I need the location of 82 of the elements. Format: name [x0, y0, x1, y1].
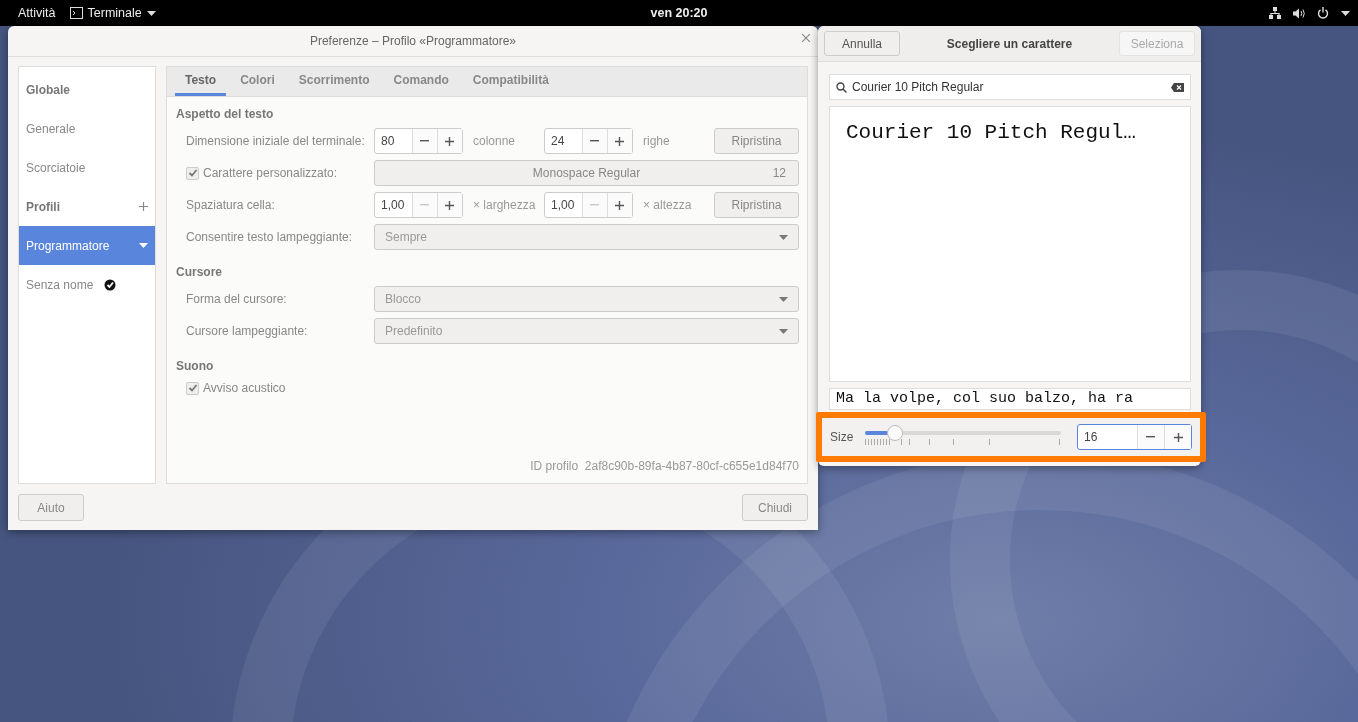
unit-label: × altezza — [642, 198, 693, 212]
field-label: Consentire testo lampeggiante: — [185, 230, 354, 244]
terminal-icon — [69, 7, 83, 19]
caret-icon — [779, 234, 788, 240]
section-heading: Cursore — [176, 264, 223, 281]
unit-label: × larghezza — [472, 198, 537, 212]
spin-button[interactable]: 80 — [374, 128, 463, 154]
reset-button[interactable]: Ripristina — [714, 128, 799, 154]
caret-icon — [139, 243, 148, 248]
spin-button[interactable]: 1,00 — [374, 192, 463, 218]
sidebar-header: Globale — [25, 81, 71, 99]
window-title: Preferenze – Profilo «Programmatore» — [309, 34, 517, 48]
field-label: Dimensione iniziale del terminale: — [185, 134, 366, 148]
search-icon — [836, 81, 847, 93]
section-heading: Suono — [176, 358, 215, 375]
volume-icon[interactable] — [1293, 7, 1305, 19]
dropdown[interactable]: Predefinito — [374, 318, 799, 344]
field-label: Cursore lampeggiante: — [185, 324, 309, 338]
minus-icon — [590, 204, 600, 206]
checkbox[interactable] — [186, 166, 199, 180]
checkbox[interactable] — [186, 381, 199, 395]
plus-icon — [445, 200, 455, 210]
network-icon[interactable] — [1269, 7, 1281, 19]
activities-button[interactable]: Attività — [18, 6, 56, 20]
sidebar-item[interactable]: Scorciatoie — [19, 148, 155, 187]
plus-icon — [615, 200, 625, 210]
increment-button[interactable] — [436, 193, 462, 217]
minus-icon — [590, 140, 600, 142]
clear-icon[interactable] — [1171, 82, 1184, 92]
checkbox-label: Carattere personalizzato: — [203, 166, 338, 180]
help-button[interactable]: Aiuto — [18, 494, 84, 521]
size-label: Size — [830, 430, 854, 444]
unit-label: colonne — [472, 134, 517, 148]
caret-icon — [779, 328, 788, 334]
minus-icon — [1146, 436, 1156, 438]
checkbox-label: Avviso acustico — [203, 381, 286, 395]
caret-icon — [146, 10, 156, 16]
plus-icon — [615, 136, 625, 146]
tab[interactable]: Colori — [230, 67, 285, 96]
section-heading: Aspetto del testo — [176, 106, 275, 123]
app-menu[interactable]: Terminale — [69, 6, 156, 20]
spin-button[interactable]: 24 — [544, 128, 633, 154]
close-icon[interactable] — [802, 34, 810, 42]
dialog-title: Scegliere un carattere — [946, 36, 1073, 51]
power-icon[interactable] — [1317, 7, 1329, 19]
profile-item[interactable]: Programmatore — [19, 226, 155, 265]
tab[interactable]: Testo — [175, 67, 227, 96]
size-spin-button[interactable]: 16 — [1077, 424, 1192, 450]
add-icon[interactable] — [139, 202, 148, 211]
size-slider[interactable] — [865, 427, 1062, 447]
increment-button[interactable] — [606, 193, 632, 217]
tab[interactable]: Compatibilità — [462, 67, 559, 96]
increment-button[interactable] — [606, 129, 632, 153]
clock[interactable]: ven 20:20 — [650, 6, 708, 20]
plus-icon — [445, 136, 455, 146]
tab[interactable]: Comando — [383, 67, 459, 96]
field-label: Spaziatura cella: — [185, 198, 276, 212]
font-button[interactable]: Monospace Regular 12 — [374, 160, 799, 186]
spin-button[interactable]: 1,00 — [544, 192, 633, 218]
search-field[interactable]: Courier 10 Pitch Regular — [829, 74, 1191, 100]
slider-handle[interactable] — [886, 425, 903, 441]
minus-icon — [420, 140, 430, 142]
tab[interactable]: Scorrimento — [288, 67, 380, 96]
plus-icon — [1173, 432, 1183, 442]
profile-id-text: ID profilo 2af8c90b-89fa-4b87-80cf-c655e1d84f70 — [529, 459, 799, 475]
cancel-button[interactable]: Annulla — [824, 31, 900, 56]
caret-icon — [1341, 10, 1350, 16]
increment-button[interactable] — [1164, 425, 1191, 449]
dropdown[interactable]: Sempre — [374, 224, 799, 250]
reset-button[interactable]: Ripristina — [714, 192, 799, 218]
minus-icon — [420, 204, 430, 206]
sidebar-item[interactable]: Generale — [19, 109, 155, 148]
font-preview-text: Courier 10 Pitch Regul… — [829, 106, 1191, 382]
sample-text-field[interactable]: Ma la volpe, col suo balzo, ha ra — [829, 388, 1191, 410]
unit-label: righe — [642, 134, 671, 148]
sidebar-header: Profili — [26, 199, 60, 214]
profile-item[interactable]: Senza nome — [19, 265, 155, 304]
close-button[interactable]: Chiudi — [742, 494, 808, 521]
increment-button[interactable] — [436, 129, 462, 153]
field-label: Forma del cursore: — [185, 292, 288, 306]
caret-icon — [779, 296, 788, 302]
dropdown[interactable]: Blocco — [374, 286, 799, 312]
